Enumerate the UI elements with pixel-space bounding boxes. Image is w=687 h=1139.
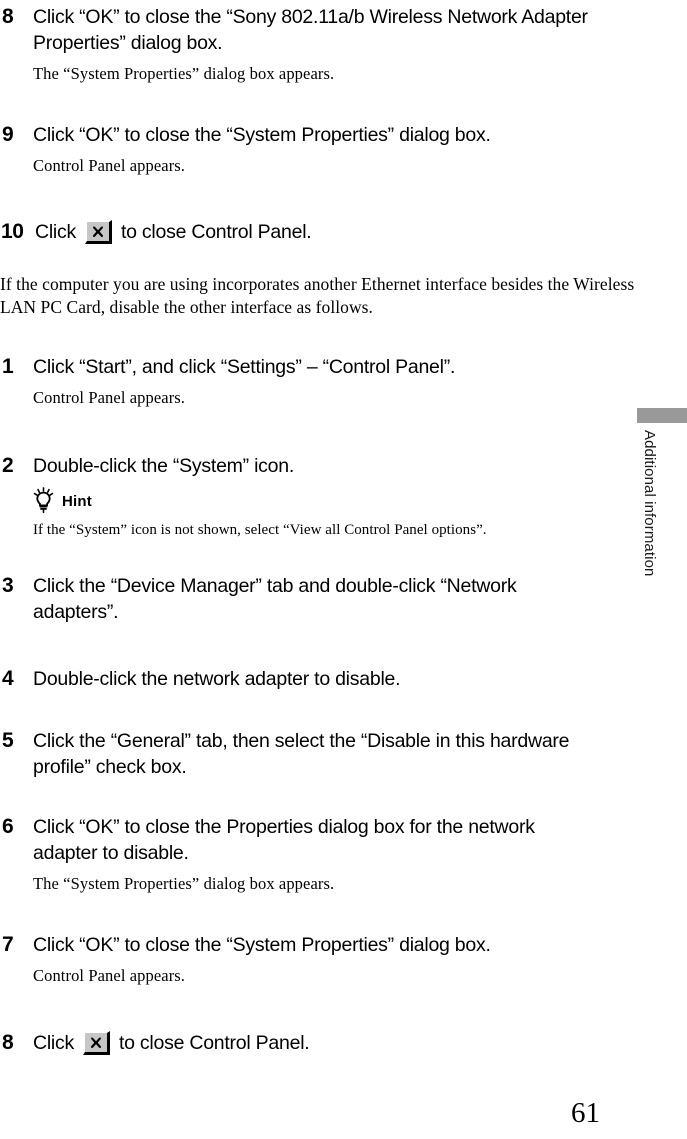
step-title: Click “OK” to close the “System Properti… — [33, 934, 491, 956]
page-number: 61 — [571, 1097, 600, 1129]
intro-paragraph: If the computer you are using incorporat… — [0, 274, 635, 317]
step-number: 8 — [2, 5, 14, 28]
step-note: Control Panel appears. — [33, 388, 186, 407]
step-number: 3 — [2, 574, 14, 597]
step-body: Click “OK” to close the “System Properti… — [33, 932, 598, 986]
step-title: Click “OK” to close the Properties dialo… — [33, 816, 535, 864]
step-body: Click the “General” tab, then select the… — [33, 728, 598, 780]
hint-text: If the “System” icon is not shown, selec… — [33, 522, 487, 538]
step-title-pre: Click — [33, 1032, 74, 1054]
step-title: Click the “General” tab, then select the… — [33, 730, 570, 778]
side-tab-label: Additional information — [641, 430, 658, 577]
step-note: Control Panel appears. — [33, 966, 186, 985]
step-number: 5 — [2, 729, 14, 752]
step-body: Double-click the “System” icon. Hint If … — [33, 453, 598, 540]
step-number: 10 — [1, 220, 24, 243]
step-number: 2 — [2, 454, 14, 477]
hint-label: Hint — [62, 493, 92, 510]
step-number: 9 — [2, 123, 14, 146]
close-x-button[interactable] — [83, 1031, 110, 1055]
step-number: 7 — [2, 933, 14, 956]
step-number: 8 — [2, 1031, 14, 1054]
step-title-post: to close Control Panel. — [119, 1032, 310, 1054]
document-page: Additional information 8 Click “OK” to c… — [0, 0, 687, 1139]
side-tab-bar — [637, 408, 687, 423]
step-title: Click to close Control Panel. — [35, 219, 600, 245]
hint-block: Hint If the “System” icon is not shown, … — [33, 487, 598, 540]
step-title: Click “Start”, and click “Settings” – “C… — [33, 356, 456, 378]
lightbulb-icon — [33, 487, 55, 513]
hint-header: Hint — [33, 487, 598, 513]
step-body: Click “OK” to close the “System Properti… — [33, 122, 598, 176]
step-title-pre: Click — [35, 221, 76, 243]
step-note: The “System Properties” dialog box appea… — [33, 64, 335, 83]
step-title-post: to close Control Panel. — [121, 221, 312, 243]
step-number: 1 — [2, 355, 14, 378]
step-body: Click to close Control Panel. — [35, 219, 600, 245]
step-title: Click “OK” to close the “Sony 802.11a/b … — [33, 6, 588, 54]
step-title: Double-click the network adapter to disa… — [33, 668, 401, 690]
step-title: Click the “Device Manager” tab and doubl… — [33, 575, 517, 623]
step-note: Control Panel appears. — [33, 156, 186, 175]
step-number: 4 — [2, 667, 14, 690]
step-title: Click “OK” to close the “System Properti… — [33, 124, 491, 146]
step-title: Double-click the “System” icon. — [33, 455, 295, 477]
step-body: Double-click the network adapter to disa… — [33, 666, 598, 692]
close-x-button[interactable] — [85, 220, 112, 244]
step-body: Click the “Device Manager” tab and doubl… — [33, 573, 598, 625]
step-body: Click “OK” to close the Properties dialo… — [33, 814, 598, 894]
side-tab: Additional information — [637, 408, 687, 828]
step-title: Click to close Control Panel. — [33, 1030, 598, 1056]
step-body: Click to close Control Panel. — [33, 1030, 598, 1056]
step-number: 6 — [2, 815, 14, 838]
step-body: Click “OK” to close the “Sony 802.11a/b … — [33, 4, 598, 84]
step-note: The “System Properties” dialog box appea… — [33, 874, 335, 893]
step-body: Click “Start”, and click “Settings” – “C… — [33, 354, 598, 408]
